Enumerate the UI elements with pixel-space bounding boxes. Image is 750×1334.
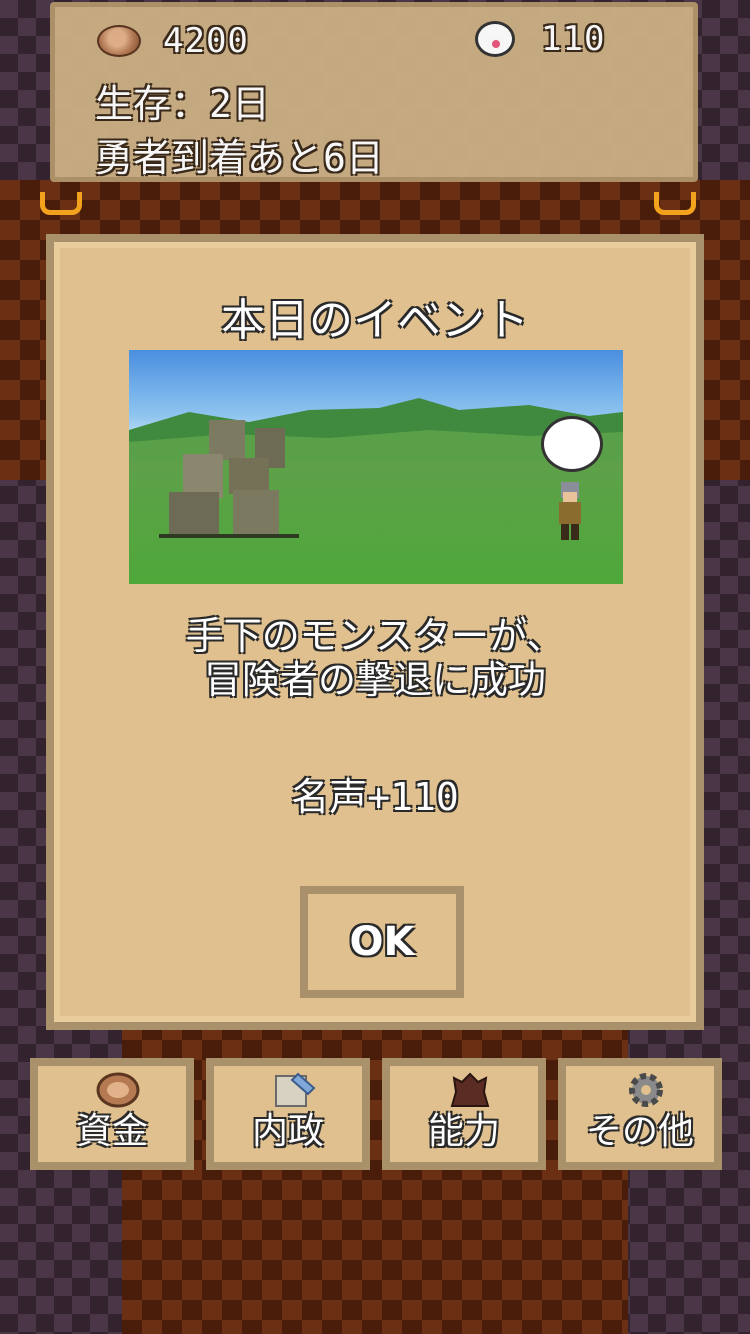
adventurer-character [559, 482, 581, 540]
fame-display: 110 [475, 19, 605, 59]
menu-other-label: その他 [585, 1111, 694, 1152]
menu-domestic-button[interactable]: 内政 [206, 1058, 370, 1170]
menu-ability-button[interactable]: 能力 [382, 1058, 546, 1170]
menu-funds-label: 資金 [75, 1111, 148, 1152]
menu-ability-label: 能力 [427, 1111, 500, 1152]
event-dialog: 本日のイベント 手下のモンスターが、 冒険者の撃退に成功 名声+110 OK [46, 234, 704, 1030]
coin-icon [97, 25, 141, 57]
fame-bubble-icon [475, 21, 515, 57]
menu-domestic-label: 内政 [251, 1111, 324, 1152]
golem-monster [159, 420, 299, 538]
funds-value: 4200 [163, 21, 249, 61]
event-scene-image [129, 350, 623, 584]
dungeon-floor [122, 1020, 628, 1334]
torch-icon [650, 188, 700, 228]
menu-funds-button[interactable]: 資金 [30, 1058, 194, 1170]
hero-arrival-countdown: 勇者到着あと6日 [95, 136, 384, 180]
menu-other-button[interactable]: その他 [558, 1058, 722, 1170]
status-panel: 4200 110 生存：2日 勇者到着あと6日 [50, 2, 698, 182]
funds-display: 4200 [97, 21, 249, 61]
dialog-title: 本日のイベント [221, 295, 529, 346]
speech-bubble-icon [541, 416, 603, 472]
ok-button[interactable]: OK [300, 886, 464, 998]
torch-icon [36, 188, 86, 228]
event-message: 手下のモンスターが、 冒険者の撃退に成功 [185, 614, 565, 702]
survival-days: 生存：2日 [95, 82, 270, 126]
fame-value: 110 [541, 19, 606, 59]
event-reward: 名声+110 [291, 775, 459, 819]
